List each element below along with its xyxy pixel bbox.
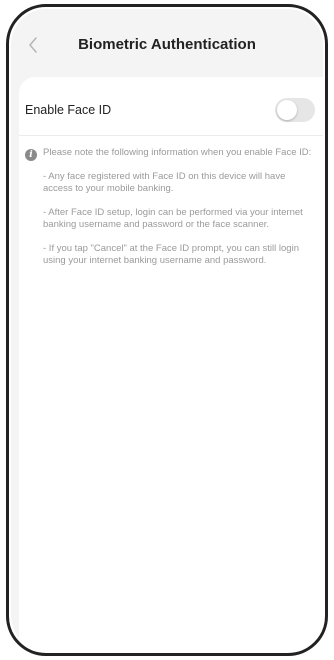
info-text: Please note the following information wh… <box>43 147 315 267</box>
face-id-label: Enable Face ID <box>25 103 112 117</box>
page-title: Biometric Authentication <box>78 36 256 53</box>
chevron-left-icon <box>29 37 37 53</box>
info-intro: Please note the following information wh… <box>43 147 312 158</box>
settings-card: Enable Face ID i Please note the followi… <box>19 77 323 651</box>
info-bullet: - If you tap "Cancel" at the Face ID pro… <box>43 243 299 266</box>
info-icon: i <box>25 149 37 161</box>
app-stage: Biometric Authentication Enable Face ID … <box>0 0 334 660</box>
face-id-setting-row: Enable Face ID <box>19 89 323 131</box>
info-bullet: - Any face registered with Face ID on th… <box>43 171 286 194</box>
divider <box>19 135 323 136</box>
toggle-knob <box>277 100 297 120</box>
phone-frame: Biometric Authentication Enable Face ID … <box>6 4 328 656</box>
back-button[interactable] <box>23 33 43 57</box>
nav-bar: Biometric Authentication <box>11 9 323 77</box>
info-section: i Please note the following information … <box>25 147 315 279</box>
screen: Biometric Authentication Enable Face ID … <box>11 9 323 651</box>
info-bullet: - After Face ID setup, login can be perf… <box>43 207 303 230</box>
face-id-toggle[interactable] <box>275 98 315 122</box>
